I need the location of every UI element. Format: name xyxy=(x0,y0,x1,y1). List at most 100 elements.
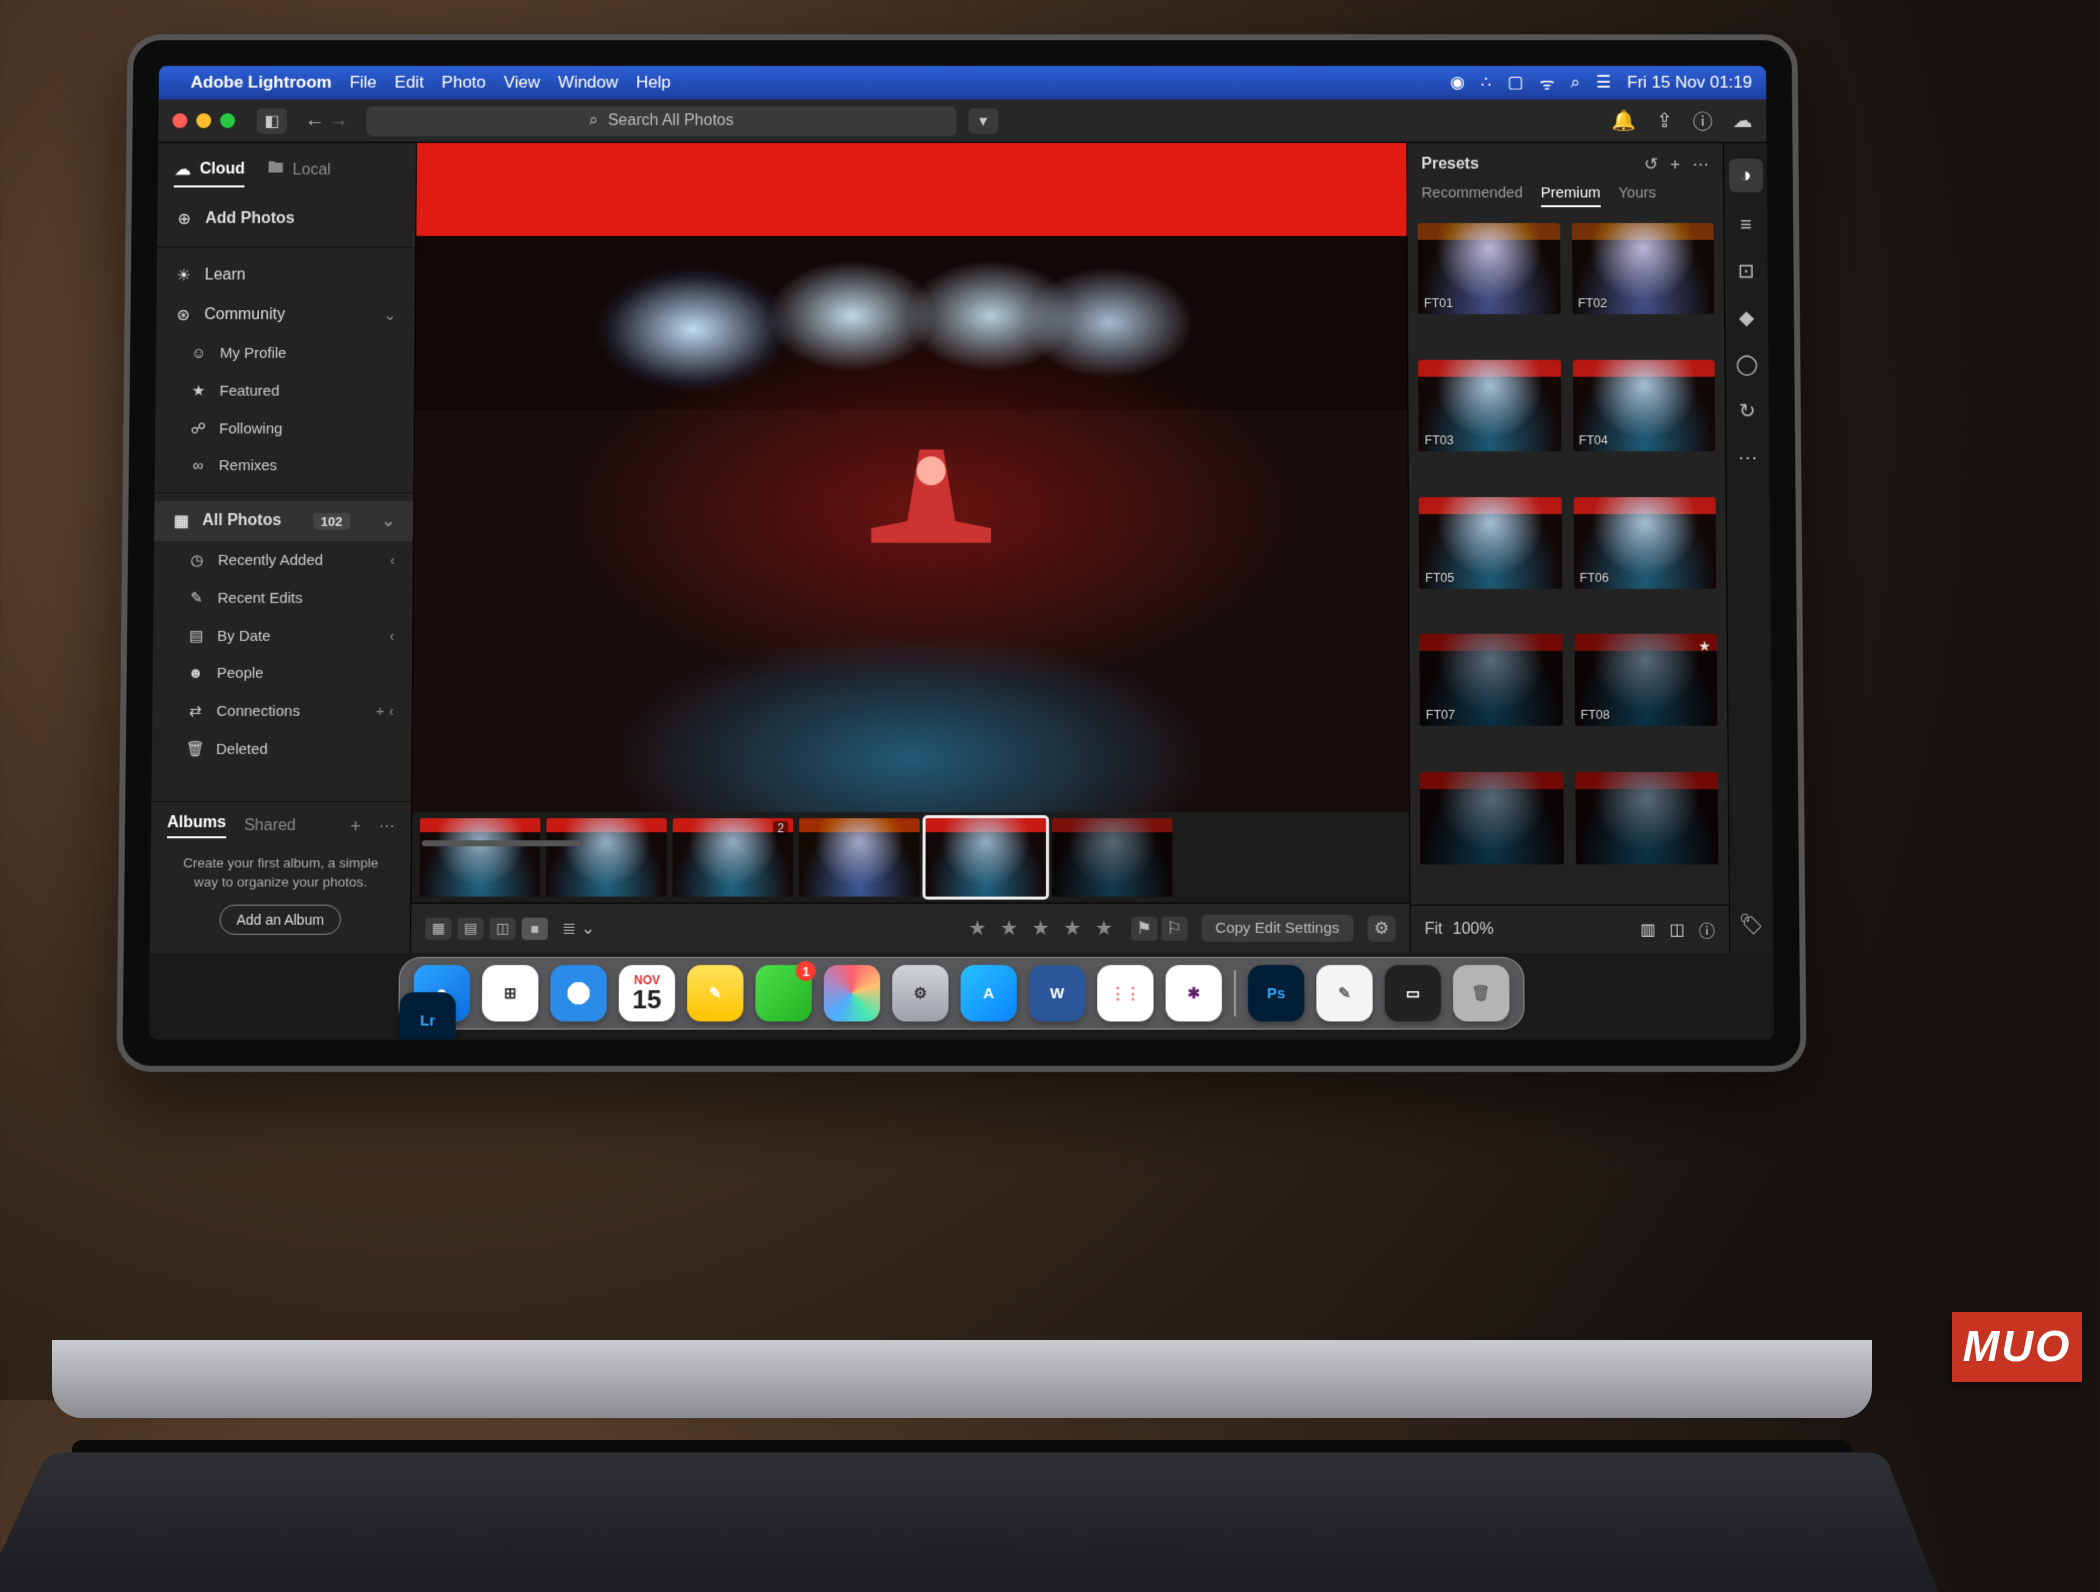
dock-asana[interactable]: ⋮⋮ xyxy=(1097,965,1153,1021)
close-window-button[interactable] xyxy=(172,113,187,128)
filmstrip-scrollbar[interactable] xyxy=(422,840,583,846)
toggle-sidebar-button[interactable]: ◧ xyxy=(257,108,287,134)
presets-tab-premium[interactable]: Premium xyxy=(1541,184,1601,207)
tab-shared[interactable]: Shared xyxy=(244,817,296,835)
histogram-icon[interactable]: ▥ xyxy=(1640,919,1655,939)
preset-thumb[interactable] xyxy=(1420,772,1563,864)
dock-lightroom[interactable]: Lr xyxy=(399,992,456,1039)
sidebar-my-profile[interactable]: ☺ My Profile xyxy=(156,335,415,372)
filmstrip[interactable]: 2 xyxy=(411,812,1409,902)
copy-edit-settings-button[interactable]: Copy Edit Settings xyxy=(1201,915,1353,942)
dock-trash[interactable]: 🗑 xyxy=(1453,965,1510,1021)
status-battery-icon[interactable]: ▢ xyxy=(1507,73,1523,93)
sidebar-deleted[interactable]: 🗑 Deleted xyxy=(152,730,412,768)
tab-cloud[interactable]: ☁ Cloud xyxy=(174,159,245,187)
sort-button[interactable]: ≣ ⌄ xyxy=(562,918,595,938)
nav-forward-button[interactable]: → xyxy=(329,109,349,132)
info-icon[interactable]: ⓘ xyxy=(1693,106,1713,135)
window-traffic-lights[interactable] xyxy=(172,113,235,128)
menu-edit[interactable]: Edit xyxy=(395,73,424,93)
albums-more-icon[interactable]: ⋯ xyxy=(379,816,395,836)
dock-photoshop[interactable]: Ps xyxy=(1248,965,1304,1021)
presets-tab-recommended[interactable]: Recommended xyxy=(1421,184,1522,207)
dock-minimized-window[interactable]: ▭ xyxy=(1385,965,1442,1021)
menu-photo[interactable]: Photo xyxy=(442,73,486,93)
status-cc-icon[interactable]: ∴ xyxy=(1481,73,1492,93)
preset-thumb[interactable] xyxy=(1575,772,1719,864)
dock-launchpad[interactable]: ⊞ xyxy=(482,965,539,1021)
status-control-center-icon[interactable]: ☰ xyxy=(1596,73,1611,93)
view-detail-icon[interactable]: ■ xyxy=(522,917,548,939)
presets-tab-yours[interactable]: Yours xyxy=(1618,184,1656,207)
dock-photos[interactable] xyxy=(824,965,880,1021)
filmstrip-thumb[interactable] xyxy=(799,818,920,896)
filter-button[interactable]: ▾ xyxy=(968,108,998,134)
sidebar-recent-edits[interactable]: ✎ Recent Edits xyxy=(153,579,412,617)
dock-appstore[interactable]: A xyxy=(961,965,1017,1021)
status-record-icon[interactable]: ◉ xyxy=(1450,73,1465,93)
undo-icon[interactable]: ↺ xyxy=(1644,155,1658,175)
crop-tool-icon[interactable]: ⊡ xyxy=(1738,259,1755,284)
flag-pick-icon[interactable]: ⚑ xyxy=(1131,916,1157,940)
dock-safari[interactable]: ✦ xyxy=(550,965,607,1021)
status-wifi-icon[interactable]: ᯤ xyxy=(1539,71,1555,94)
masking-tool-icon[interactable]: ◯ xyxy=(1736,352,1759,377)
menu-view[interactable]: View xyxy=(504,73,540,93)
dock-messages[interactable] xyxy=(755,965,811,1021)
sidebar-connections[interactable]: ⇄ Connections + ‹ xyxy=(152,692,412,730)
add-preset-icon[interactable]: + xyxy=(1670,155,1680,175)
preset-thumb[interactable]: FT07 xyxy=(1419,634,1562,726)
dock-textedit[interactable]: ✎ xyxy=(1316,965,1372,1021)
zoom-window-button[interactable] xyxy=(220,113,235,128)
info-panel-icon[interactable]: ⓘ xyxy=(1699,917,1715,941)
menu-file[interactable]: File xyxy=(349,73,376,93)
filmstrip-thumb[interactable] xyxy=(546,818,667,896)
add-album-button[interactable]: Add an Album xyxy=(219,905,341,935)
preset-thumb[interactable]: FT02 xyxy=(1572,223,1715,314)
sidebar-following[interactable]: ☍ Following xyxy=(155,410,414,448)
view-photogrid-icon[interactable]: ▦ xyxy=(425,917,451,939)
plus-icon[interactable]: + ‹ xyxy=(376,702,394,719)
view-compare-icon[interactable]: ◫ xyxy=(489,917,515,939)
preset-thumb[interactable]: ★FT08 xyxy=(1574,634,1717,726)
preset-thumb[interactable]: FT05 xyxy=(1419,497,1562,589)
add-album-plus-icon[interactable]: + xyxy=(350,816,361,837)
zoom-value[interactable]: 100% xyxy=(1453,920,1494,938)
sidebar-featured[interactable]: ★ Featured xyxy=(155,372,414,410)
settings-gear-icon[interactable]: ⚙ xyxy=(1367,915,1395,941)
add-photos-button[interactable]: ⊕ Add Photos xyxy=(157,199,415,239)
sidebar-people[interactable]: ☻ People xyxy=(153,655,413,692)
dock-calendar[interactable]: NOV 15 xyxy=(619,965,676,1021)
minimize-window-button[interactable] xyxy=(196,113,211,128)
status-spotlight-icon[interactable]: ⌕ xyxy=(1571,73,1581,93)
healing-tool-icon[interactable]: ◆ xyxy=(1739,305,1755,330)
nav-back-button[interactable]: ← xyxy=(305,109,325,132)
notifications-icon[interactable]: 🔔 xyxy=(1611,108,1636,133)
preset-thumb[interactable]: FT06 xyxy=(1573,497,1716,589)
main-photo-view[interactable] xyxy=(412,143,1409,812)
preset-thumb[interactable]: FT04 xyxy=(1572,360,1715,451)
sidebar-by-date[interactable]: ▤ By Date ‹ xyxy=(153,617,413,655)
preset-thumb[interactable]: FT03 xyxy=(1418,360,1561,451)
keywords-tool-icon[interactable]: 🏷 xyxy=(1739,912,1765,937)
view-square-grid-icon[interactable]: ▤ xyxy=(457,917,483,939)
more-tools-icon[interactable]: ⋯ xyxy=(1738,445,1758,470)
sidebar-learn[interactable]: ☀ Learn xyxy=(157,256,416,296)
sidebar-all-photos[interactable]: ▦ All Photos 102 ⌄ xyxy=(154,501,413,541)
tab-local[interactable]: 🖿 Local xyxy=(267,157,331,190)
menu-window[interactable]: Window xyxy=(558,73,618,93)
fit-label[interactable]: Fit xyxy=(1425,920,1443,938)
menubar-clock[interactable]: Fri 15 Nov 01:19 xyxy=(1627,73,1752,93)
versions-icon[interactable]: ↻ xyxy=(1739,399,1756,424)
dock-notes[interactable]: ✎ xyxy=(687,965,744,1021)
filmstrip-thumb[interactable] xyxy=(419,818,540,896)
sidebar-remixes[interactable]: ∞ Remixes xyxy=(155,447,414,484)
filmstrip-thumb-selected[interactable] xyxy=(925,818,1045,896)
rating-stars[interactable]: ★ ★ ★ ★ ★ xyxy=(968,916,1117,941)
share-icon[interactable]: ⇪ xyxy=(1656,108,1673,133)
filmstrip-thumb[interactable]: 2 xyxy=(672,818,793,896)
more-icon[interactable]: ⋯ xyxy=(1692,155,1709,175)
dock-settings[interactable]: ⚙ xyxy=(892,965,948,1021)
dock-word[interactable]: W xyxy=(1029,965,1085,1021)
menu-help[interactable]: Help xyxy=(636,73,671,93)
